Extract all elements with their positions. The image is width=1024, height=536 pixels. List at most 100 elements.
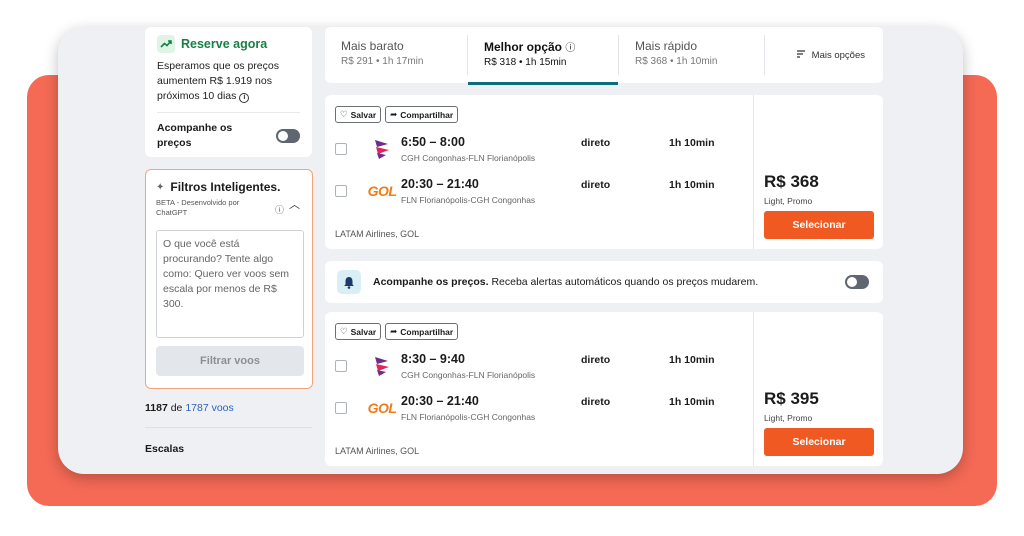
leg-checkbox[interactable]	[335, 185, 347, 197]
flight-duration: 1h 10min	[669, 354, 715, 366]
track-prices-label: Acompanhe os preços	[157, 122, 233, 149]
share-arrow-icon: ➦	[390, 326, 398, 336]
stops-filter-heading[interactable]: Escalas	[145, 443, 184, 455]
save-label: Salvar	[350, 326, 377, 337]
airlines-list: LATAM Airlines, GOL	[335, 229, 420, 239]
save-label: Salvar	[350, 109, 377, 120]
leg-checkbox[interactable]	[335, 360, 347, 372]
gol-logo-icon: GOL	[367, 183, 397, 199]
tab-fastest[interactable]: Mais rápido R$ 368 • 1h 10min	[619, 27, 764, 83]
flight-duration: 1h 10min	[669, 396, 715, 408]
price-alert-body: Receba alertas automáticos quando os pre…	[491, 276, 759, 288]
tab-summary: R$ 318 • 1h 15min	[484, 57, 567, 68]
flight-route: CGH Congonhas-FLN Florianópolis	[401, 370, 536, 380]
share-label: Compartilhar	[400, 109, 454, 120]
reserve-title: Reserve agora	[181, 37, 268, 51]
flight-times: 20:30 – 21:40	[401, 177, 479, 191]
more-options-label: Mais opções	[811, 49, 865, 61]
select-button[interactable]: Selecionar	[764, 211, 874, 239]
tab-best[interactable]: Melhor opção ⓘ R$ 318 • 1h 15min	[468, 27, 618, 85]
sort-tabs: Mais barato R$ 291 • 1h 17min Melhor opç…	[325, 27, 883, 85]
results-count: 1187 de 1787 voos	[145, 402, 234, 414]
flight-times: 20:30 – 21:40	[401, 394, 479, 408]
flight-price: R$ 368	[764, 172, 819, 191]
divider	[764, 35, 765, 75]
track-prices-row: Acompanhe os preços	[157, 121, 300, 151]
smart-filters-subtitle: BETA - Desenvolvido por ChatGPT	[156, 198, 240, 217]
save-button[interactable]: ♡ Salvar	[335, 106, 382, 123]
tab-summary: R$ 368 • 1h 10min	[635, 56, 718, 67]
select-button[interactable]: Selecionar	[764, 428, 874, 456]
flight-duration: 1h 10min	[669, 137, 715, 149]
share-label: Compartilhar	[400, 326, 454, 337]
flight-times: 6:50 – 8:00	[401, 135, 465, 149]
gol-logo-icon: GOL	[367, 400, 397, 416]
flight-duration: 1h 10min	[669, 179, 715, 191]
app-window: Reserve agora Esperamos que os preços au…	[58, 27, 963, 474]
price-alert-banner: Acompanhe os preços. Receba alertas auto…	[325, 261, 883, 303]
trending-up-icon	[157, 35, 175, 53]
tab-label: Mais barato	[341, 39, 404, 53]
price-column: R$ 395 Light, Promo Selecionar	[753, 312, 883, 466]
flight-price: R$ 395	[764, 389, 819, 408]
flight-stops: direto	[581, 396, 611, 408]
leg-checkbox[interactable]	[335, 143, 347, 155]
more-options-button[interactable]: Mais opções	[796, 27, 883, 83]
heart-icon: ♡	[340, 326, 348, 336]
price-forecast-text: Esperamos que os preços aumentem R$ 1.91…	[157, 59, 300, 104]
save-button[interactable]: ♡ Salvar	[335, 323, 382, 340]
fare-type: Light, Promo	[764, 196, 813, 206]
sort-lines-icon	[796, 49, 806, 62]
share-arrow-icon: ➦	[390, 109, 398, 119]
price-forecast-body: Esperamos que os preços aumentem R$ 1.91…	[157, 60, 279, 102]
results-connector: de	[170, 402, 183, 414]
info-icon[interactable]: ⓘ	[275, 203, 284, 216]
chevron-up-icon[interactable]: ︿	[289, 196, 300, 212]
leg-checkbox[interactable]	[335, 402, 347, 414]
flight-times: 8:30 – 9:40	[401, 352, 465, 366]
price-alert-text: Acompanhe os preços. Receba alertas auto…	[373, 276, 758, 288]
card-actions: ♡ Salvar ➦ Compartilhar	[335, 106, 459, 123]
price-column: R$ 368 Light, Promo Selecionar	[753, 95, 883, 249]
flight-leg: 8:30 – 9:40 CGH Congonhas-FLN Florianópo…	[335, 352, 725, 386]
smart-filters-title: Filtros Inteligentes.	[170, 180, 281, 194]
bell-icon	[337, 270, 361, 294]
price-alert-bold: Acompanhe os preços.	[373, 276, 489, 288]
flight-stops: direto	[581, 137, 611, 149]
price-alert-toggle[interactable]	[845, 275, 869, 289]
card-actions: ♡ Salvar ➦ Compartilhar	[335, 323, 459, 340]
info-icon[interactable]: i	[239, 93, 250, 103]
tab-label: Mais rápido	[635, 39, 698, 53]
divider	[145, 427, 312, 428]
results-shown: 1187	[145, 402, 168, 414]
flight-result-card: ♡ Salvar ➦ Compartilhar 6:50 – 8:00 CGH Co…	[325, 95, 883, 249]
info-icon[interactable]: ⓘ	[565, 43, 575, 54]
flight-stops: direto	[581, 354, 611, 366]
tab-label: Melhor opção ⓘ	[484, 39, 602, 54]
flight-stops: direto	[581, 179, 611, 191]
sparkle-icon: ✦	[156, 181, 165, 193]
heart-icon: ♡	[340, 109, 348, 119]
smart-filter-input[interactable]	[156, 230, 304, 338]
share-button[interactable]: ➦ Compartilhar	[385, 323, 459, 340]
flight-leg: GOL 20:30 – 21:40 FLN Florianópolis-CGH …	[335, 177, 725, 211]
divider	[157, 112, 300, 113]
flight-leg: 6:50 – 8:00 CGH Congonhas-FLN Florianópo…	[335, 135, 725, 169]
fare-type: Light, Promo	[764, 413, 813, 423]
track-prices-toggle[interactable]	[276, 129, 300, 143]
tab-label-text: Melhor opção	[484, 40, 563, 54]
smart-filters-card: ✦ Filtros Inteligentes. BETA - Desenvolv…	[145, 169, 313, 389]
reserve-header: Reserve agora	[157, 35, 300, 53]
results-total-link[interactable]: 1787 voos	[185, 402, 233, 414]
reserve-now-card: Reserve agora Esperamos que os preços au…	[145, 27, 312, 157]
flight-leg: GOL 20:30 – 21:40 FLN Florianópolis-CGH …	[335, 394, 725, 428]
flight-route: CGH Congonhas-FLN Florianópolis	[401, 153, 536, 163]
latam-logo-icon	[365, 352, 399, 380]
flight-result-card: ♡ Salvar ➦ Compartilhar 8:30 – 9:40 CGH Co…	[325, 312, 883, 466]
latam-logo-icon	[365, 135, 399, 163]
smart-filters-header: ✦ Filtros Inteligentes.	[156, 180, 302, 194]
filter-flights-button[interactable]: Filtrar voos	[156, 346, 304, 376]
tab-cheapest[interactable]: Mais barato R$ 291 • 1h 17min	[325, 27, 467, 83]
share-button[interactable]: ➦ Compartilhar	[385, 106, 459, 123]
airlines-list: LATAM Airlines, GOL	[335, 446, 420, 456]
